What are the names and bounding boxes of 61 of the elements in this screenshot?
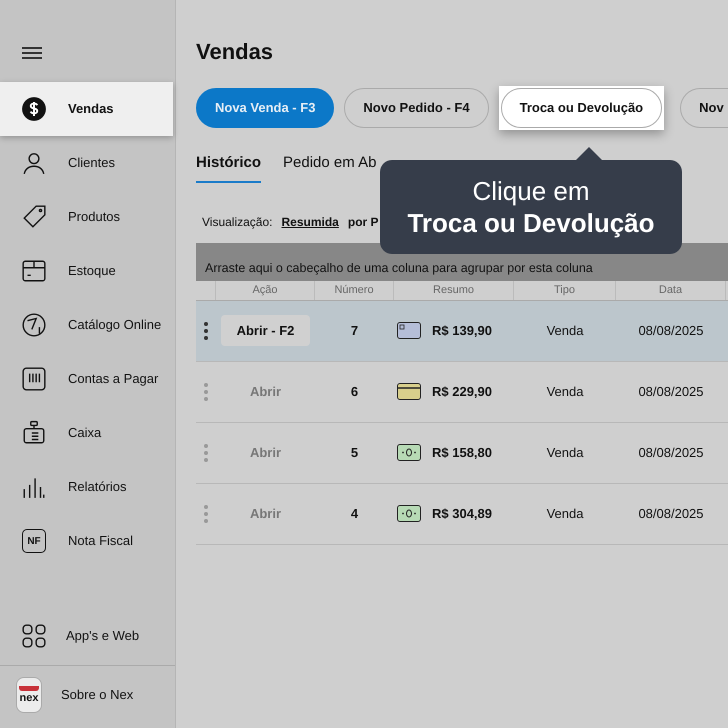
- table-cell-text: R$ 304,89: [432, 504, 492, 523]
- view-option[interactable]: Resumida: [282, 212, 339, 230]
- table-cell-text: Venda: [546, 322, 584, 340]
- tab[interactable]: Histórico: [196, 152, 262, 182]
- tooltip-text: Clique em: [472, 175, 590, 207]
- table-cell-text: 5: [350, 444, 358, 462]
- column-header[interactable]: Resumo: [394, 280, 514, 300]
- sidebar-item[interactable]: Caixa: [0, 406, 175, 460]
- tag-icon: [21, 204, 47, 230]
- tab[interactable]: Pedido em Ab: [283, 152, 376, 182]
- action-button[interactable]: Troca ou Devolução: [500, 88, 662, 128]
- credit-card-icon: [397, 383, 421, 400]
- sidebar-item[interactable]: Vendas: [0, 82, 173, 136]
- sidebar-item[interactable]: NF Nota Fiscal: [0, 514, 175, 568]
- table-cell-text: 08/08/2025: [638, 444, 704, 462]
- sidebar-item[interactable]: Clientes: [0, 136, 175, 190]
- table-cell-text: R$ 229,90: [432, 382, 492, 401]
- column-header[interactable]: Data: [616, 280, 726, 300]
- table-cell-text: Venda: [546, 444, 584, 462]
- table-cell-text: 4: [350, 504, 358, 523]
- sidebar-item[interactable]: App's e Web: [0, 607, 175, 665]
- banknote-icon: [397, 444, 421, 461]
- banknote-icon: [397, 505, 421, 522]
- sidebar-item[interactable]: Contas a Pagar: [0, 352, 175, 406]
- nf-icon: NF: [22, 529, 46, 553]
- tooltip-text: Troca ou Devolução: [407, 207, 655, 239]
- page-title: Vendas: [196, 38, 274, 66]
- column-header[interactable]: Número: [315, 280, 394, 300]
- nex-logo: nex: [16, 676, 42, 712]
- table-cell-text: 6: [350, 382, 358, 401]
- table-cell-text: 08/08/2025: [638, 504, 704, 523]
- person-icon: [21, 150, 47, 176]
- view-label: Visualização:: [202, 214, 272, 230]
- dollar-icon: [21, 96, 47, 122]
- action-button[interactable]: Nov: [680, 88, 728, 128]
- sidebar-item[interactable]: nex Sobre o Nex: [0, 665, 175, 723]
- table-cell-text: 08/08/2025: [638, 322, 704, 340]
- column-header[interactable]: Tipo: [514, 280, 616, 300]
- grid-icon: [21, 623, 47, 649]
- sidebar-item[interactable]: Estoque: [0, 244, 175, 298]
- open-button[interactable]: Abrir - F2: [220, 315, 310, 346]
- view-option[interactable]: por P: [348, 212, 379, 230]
- box-icon: [21, 258, 47, 284]
- sidebar-item[interactable]: Produtos: [0, 190, 175, 244]
- action-button[interactable]: Novo Pedido - F4: [344, 88, 489, 128]
- table-cell-text: R$ 158,80: [432, 444, 492, 462]
- sidebar-item[interactable]: Catálogo Online: [0, 298, 175, 352]
- action-button[interactable]: Nova Venda - F3: [196, 88, 334, 128]
- table-cell-text: Venda: [546, 504, 584, 523]
- cash-register-icon: [21, 420, 47, 446]
- catalog-icon: [21, 312, 47, 338]
- column-header[interactable]: Ação: [216, 280, 315, 300]
- menu-icon[interactable]: [22, 45, 44, 61]
- table-cell-text: R$ 139,90: [432, 322, 492, 340]
- sidebar-item[interactable]: Relatórios: [0, 460, 175, 514]
- credit-card-icon: [397, 322, 421, 339]
- table-row[interactable]: Abrir - F2 7 R$ 139,90 Venda 08/08/2025: [196, 300, 728, 362]
- bills-icon: [21, 366, 47, 392]
- table-cell-text: 08/08/2025: [638, 382, 704, 401]
- table-cell-text: Venda: [546, 382, 584, 401]
- table-cell-text: 7: [350, 322, 358, 340]
